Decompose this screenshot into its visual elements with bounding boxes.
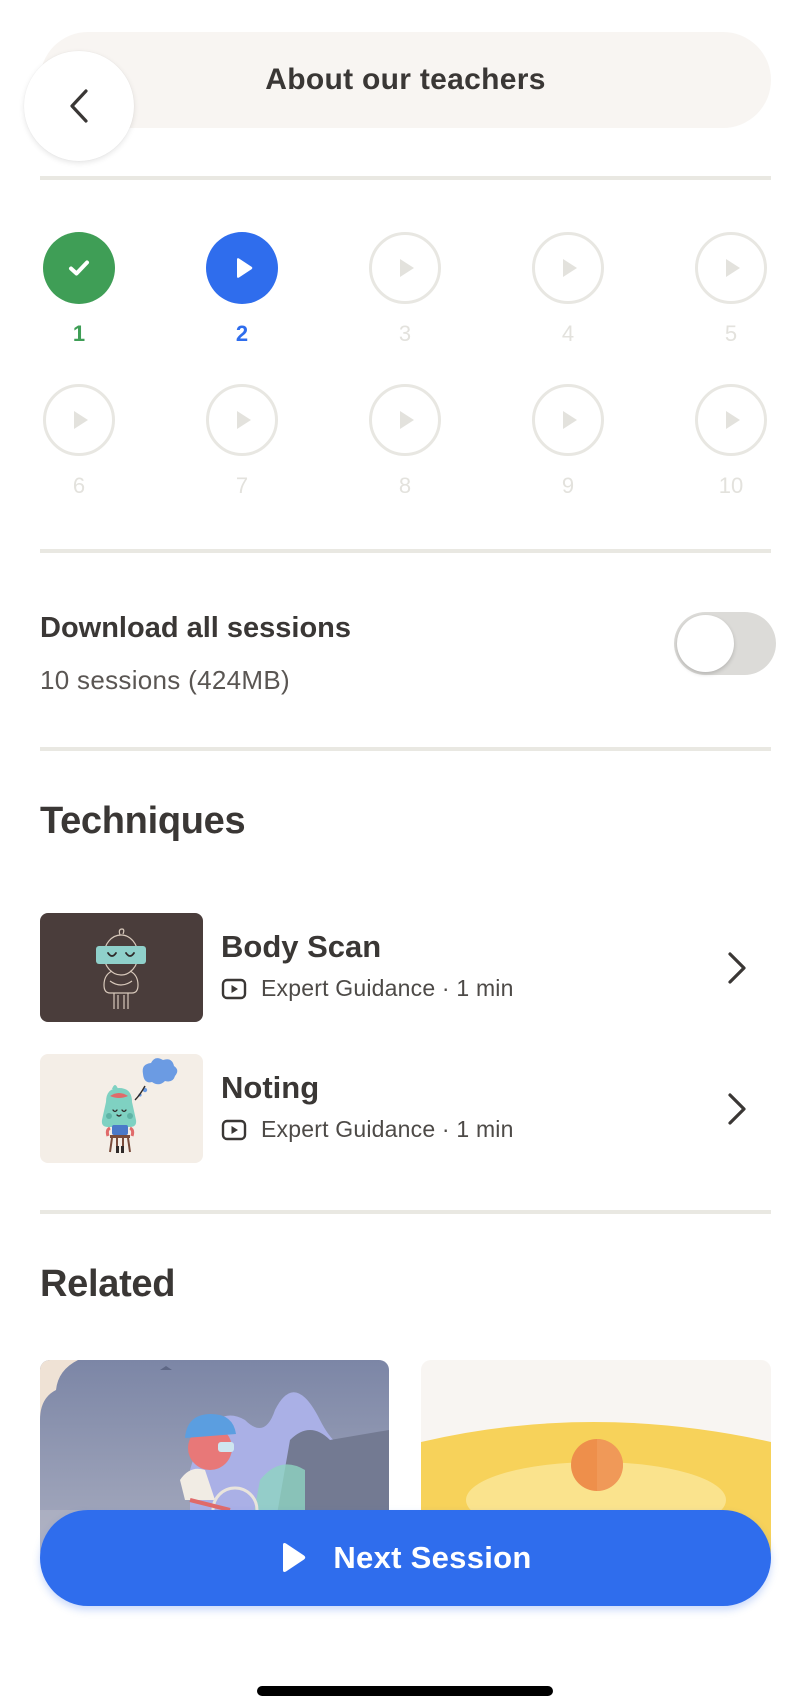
toggle-knob [677, 615, 734, 672]
session-3[interactable]: 3 [350, 232, 460, 347]
session-number: 4 [561, 321, 575, 346]
play-icon [237, 258, 253, 278]
home-indicator [257, 1686, 553, 1696]
play-icon [725, 411, 740, 429]
session-number: 7 [235, 473, 249, 498]
chevron-right-icon [728, 952, 746, 984]
divider [40, 549, 771, 553]
technique-meta-text: Expert Guidance · 1 min [261, 975, 514, 1001]
download-all-size: 10 sessions (424MB) [40, 665, 290, 695]
session-circle [206, 384, 278, 456]
session-1[interactable]: 1 [24, 232, 134, 347]
session-number: 2 [235, 321, 249, 346]
session-10[interactable]: 10 [676, 384, 786, 499]
technique-item-noting[interactable]: Noting Expert Guidance · 1 min [40, 1054, 771, 1164]
technique-title: Noting [221, 1070, 320, 1105]
play-icon [562, 259, 577, 277]
session-8[interactable]: 8 [350, 384, 460, 499]
download-all-toggle[interactable] [674, 612, 776, 675]
techniques-heading: Techniques [40, 800, 246, 842]
body-scan-thumbnail [40, 913, 203, 1022]
play-icon [283, 1543, 306, 1572]
session-number: 3 [398, 321, 412, 346]
noting-thumbnail [40, 1054, 203, 1163]
session-number: 8 [398, 473, 412, 498]
session-circle [43, 384, 115, 456]
session-circle [695, 384, 767, 456]
chevron-right-icon [728, 1093, 746, 1125]
session-7[interactable]: 7 [187, 384, 297, 499]
play-icon [399, 411, 414, 429]
play-icon [236, 411, 251, 429]
chevron-left-icon [70, 89, 88, 123]
session-number: 1 [72, 321, 86, 346]
session-number: 9 [561, 473, 575, 498]
session-number: 10 [718, 473, 744, 498]
session-circle [532, 384, 604, 456]
next-session-button[interactable]: Next Session [40, 1510, 771, 1606]
divider [40, 176, 771, 180]
technique-meta: Expert Guidance · 1 min [221, 975, 514, 1002]
divider [40, 1210, 771, 1214]
video-icon [221, 1119, 247, 1140]
divider [40, 747, 771, 751]
body-scan-illustration [40, 913, 203, 1022]
noting-illustration [40, 1054, 203, 1163]
video-icon [221, 978, 247, 999]
play-icon [73, 411, 88, 429]
session-circle [369, 384, 441, 456]
session-9[interactable]: 9 [513, 384, 623, 499]
session-number: 5 [724, 321, 738, 346]
page-title: About our teachers [265, 63, 546, 96]
session-circle [695, 232, 767, 304]
related-heading: Related [40, 1263, 176, 1305]
play-icon [562, 411, 577, 429]
technique-item-body-scan[interactable]: Body Scan Expert Guidance · 1 min [40, 913, 771, 1023]
session-circle [532, 232, 604, 304]
session-circle [206, 232, 278, 304]
session-2[interactable]: 2 [187, 232, 297, 347]
technique-meta: Expert Guidance · 1 min [221, 1116, 514, 1143]
play-icon [399, 259, 414, 277]
session-circle [369, 232, 441, 304]
session-circle [43, 232, 115, 304]
back-button[interactable] [24, 51, 134, 161]
next-session-label: Next Session [333, 1540, 532, 1575]
session-6[interactable]: 6 [24, 384, 134, 499]
session-4[interactable]: 4 [513, 232, 623, 347]
session-number: 6 [72, 473, 86, 498]
technique-meta-text: Expert Guidance · 1 min [261, 1116, 514, 1142]
play-icon [725, 259, 740, 277]
download-all-title: Download all sessions [40, 612, 352, 644]
session-5[interactable]: 5 [676, 232, 786, 347]
checkmark-icon [69, 260, 89, 276]
header-bar: About our teachers [40, 32, 771, 128]
technique-title: Body Scan [221, 929, 382, 964]
